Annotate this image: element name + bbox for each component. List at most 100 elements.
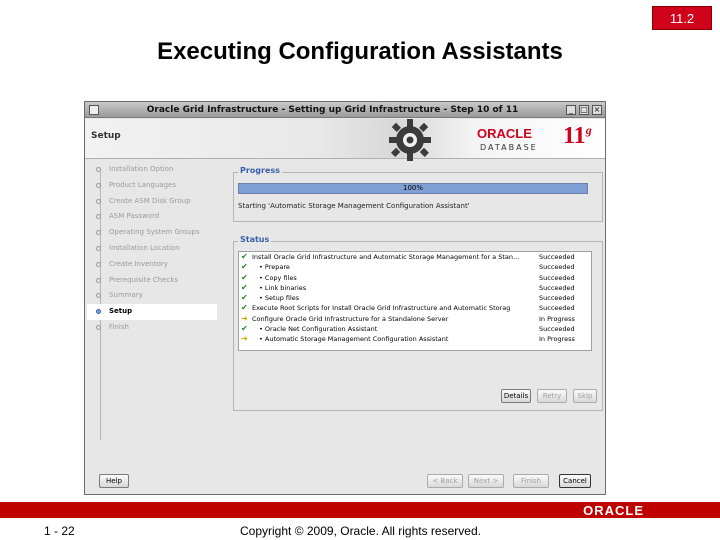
status-task-name: • Link binaries (259, 283, 307, 292)
status-legend: Status (238, 235, 272, 244)
oracle-logo: ORACLE (477, 126, 532, 141)
status-table[interactable]: ✔ Install Oracle Grid Infrastructure and … (238, 251, 592, 351)
table-row[interactable]: ✔ Execute Root Scripts for Install Oracle… (239, 303, 591, 313)
maximize-button[interactable]: □ (579, 104, 589, 115)
step-label: Finish (109, 322, 129, 331)
status-task-state: Succeeded (539, 304, 575, 313)
status-task-state: Succeeded (539, 283, 575, 292)
check-icon: ✔ (241, 303, 248, 313)
back-button[interactable]: < Back (427, 474, 463, 488)
step-item[interactable]: Prerequisite Checks (87, 273, 217, 289)
step-item[interactable]: Installation Location (87, 241, 217, 257)
step-dot-icon (96, 230, 101, 236)
table-row[interactable]: ✔ Install Oracle Grid Infrastructure and … (239, 252, 591, 262)
minimize-button[interactable]: _ (566, 104, 576, 115)
table-row[interactable]: ✔ • Copy files Succeeded (239, 273, 591, 283)
step-item[interactable]: Finish (87, 320, 217, 336)
close-button[interactable]: × (592, 104, 602, 115)
status-task-name: • Copy files (259, 273, 297, 282)
step-item[interactable]: Operating System Groups (87, 225, 217, 241)
step-dot-icon (96, 277, 101, 283)
status-task-name: • Setup files (259, 294, 300, 303)
oracle-banner: Setup ORACLE DATABASE 11g (85, 119, 605, 161)
arrow-icon: ➜ (241, 313, 248, 323)
table-row[interactable]: ✔ • Setup files Succeeded (239, 293, 591, 303)
check-icon: ✔ (241, 252, 248, 261)
status-task-state: In Progress (539, 314, 575, 323)
table-row[interactable]: ✔ • Link binaries Succeeded (239, 283, 591, 293)
help-button[interactable]: Help (99, 474, 129, 488)
window-titlebar[interactable]: Oracle Grid Infrastructure - Setting up … (85, 102, 605, 118)
check-icon: ✔ (241, 282, 248, 292)
footer-bar: ORACLE (0, 502, 720, 518)
step-label: Create Inventory (109, 259, 168, 268)
step-dot-icon (96, 293, 101, 299)
status-task-name: Execute Root Scripts for Install Oracle … (252, 304, 511, 313)
step-label: Product Languages (109, 180, 176, 189)
step-item[interactable]: Create Inventory (87, 257, 217, 273)
step-label: Installation Location (109, 243, 180, 252)
database-label: DATABASE (480, 143, 538, 152)
skip-button[interactable]: Skip (573, 389, 597, 403)
progress-bar: 100% (238, 183, 588, 194)
window-menu-icon[interactable] (89, 104, 99, 115)
status-task-state: Succeeded (539, 263, 575, 272)
check-icon: ✔ (241, 262, 248, 272)
status-task-state: Succeeded (539, 325, 575, 334)
step-item[interactable]: Installation Option (87, 162, 217, 178)
progress-status-text: Starting 'Automatic Storage Management C… (238, 202, 470, 210)
step-item[interactable]: Setup (87, 304, 217, 320)
step-label: Create ASM Disk Group (109, 196, 191, 205)
retry-button[interactable]: Retry (537, 389, 567, 403)
step-label: ASM Password (109, 212, 160, 221)
check-icon: ✔ (241, 324, 248, 334)
details-button[interactable]: Details (501, 389, 531, 403)
step-navigator: Installation Option Product Languages Crea… (87, 162, 217, 462)
table-row[interactable]: ✔ • Prepare Succeeded (239, 262, 591, 272)
gear-icon (389, 119, 431, 161)
slide-title: Executing Configuration Assistants (157, 38, 563, 65)
finish-button[interactable]: Finish (513, 474, 549, 488)
step-label: Summary (109, 291, 143, 300)
status-task-name: • Oracle Net Configuration Assistant (259, 325, 378, 334)
table-row[interactable]: ➜ Configure Oracle Grid Infrastructure fo… (239, 314, 591, 324)
status-task-name: • Automatic Storage Management Configura… (259, 335, 449, 344)
footer-oracle-logo: ORACLE (583, 503, 644, 518)
table-row[interactable]: ➜ • Automatic Storage Management Configur… (239, 334, 591, 344)
step-dot-icon (96, 167, 101, 172)
step-label: Operating System Groups (109, 228, 200, 237)
status-task-name: • Prepare (259, 263, 290, 272)
installer-window: Oracle Grid Infrastructure - Setting up … (84, 101, 606, 495)
status-task-state: Succeeded (539, 253, 575, 261)
page-heading: Setup (91, 131, 121, 141)
next-button[interactable]: Next > (468, 474, 504, 488)
step-label: Setup (109, 307, 133, 316)
version-logo: 11g (563, 123, 592, 149)
step-label: Installation Option (109, 165, 174, 173)
check-icon: ✔ (241, 293, 248, 303)
section-badge: 11.2 (652, 6, 712, 30)
step-dot-icon (96, 261, 101, 267)
step-label: Prerequisite Checks (109, 275, 179, 284)
progress-percent: 100% (402, 184, 423, 192)
step-dot-icon (96, 182, 101, 188)
check-icon: ✔ (241, 272, 248, 282)
status-task-state: Succeeded (539, 273, 575, 282)
table-row[interactable]: ✔ • Oracle Net Configuration Assistant Suc… (239, 324, 591, 334)
current-step-icon (96, 309, 101, 315)
step-item[interactable]: Create ASM Disk Group (87, 194, 217, 210)
step-item[interactable]: Product Languages (87, 178, 217, 194)
step-dot-icon (96, 324, 101, 330)
step-item[interactable]: ASM Password (87, 209, 217, 225)
status-task-state: Succeeded (539, 294, 575, 303)
step-item[interactable]: Summary (87, 288, 217, 304)
slide-number: 1 - 22 (44, 524, 75, 538)
progress-legend: Progress (238, 166, 282, 175)
cancel-button[interactable]: Cancel (559, 474, 591, 488)
status-group: Status ✔ Install Oracle Grid Infrastructu… (233, 235, 603, 411)
arrow-icon: ➜ (241, 334, 248, 344)
status-task-state: In Progress (539, 335, 575, 344)
step-dot-icon (96, 214, 101, 220)
window-title: Oracle Grid Infrastructure - Setting up … (146, 104, 519, 115)
status-task-name: Install Oracle Grid Infrastructure and A… (252, 253, 520, 261)
